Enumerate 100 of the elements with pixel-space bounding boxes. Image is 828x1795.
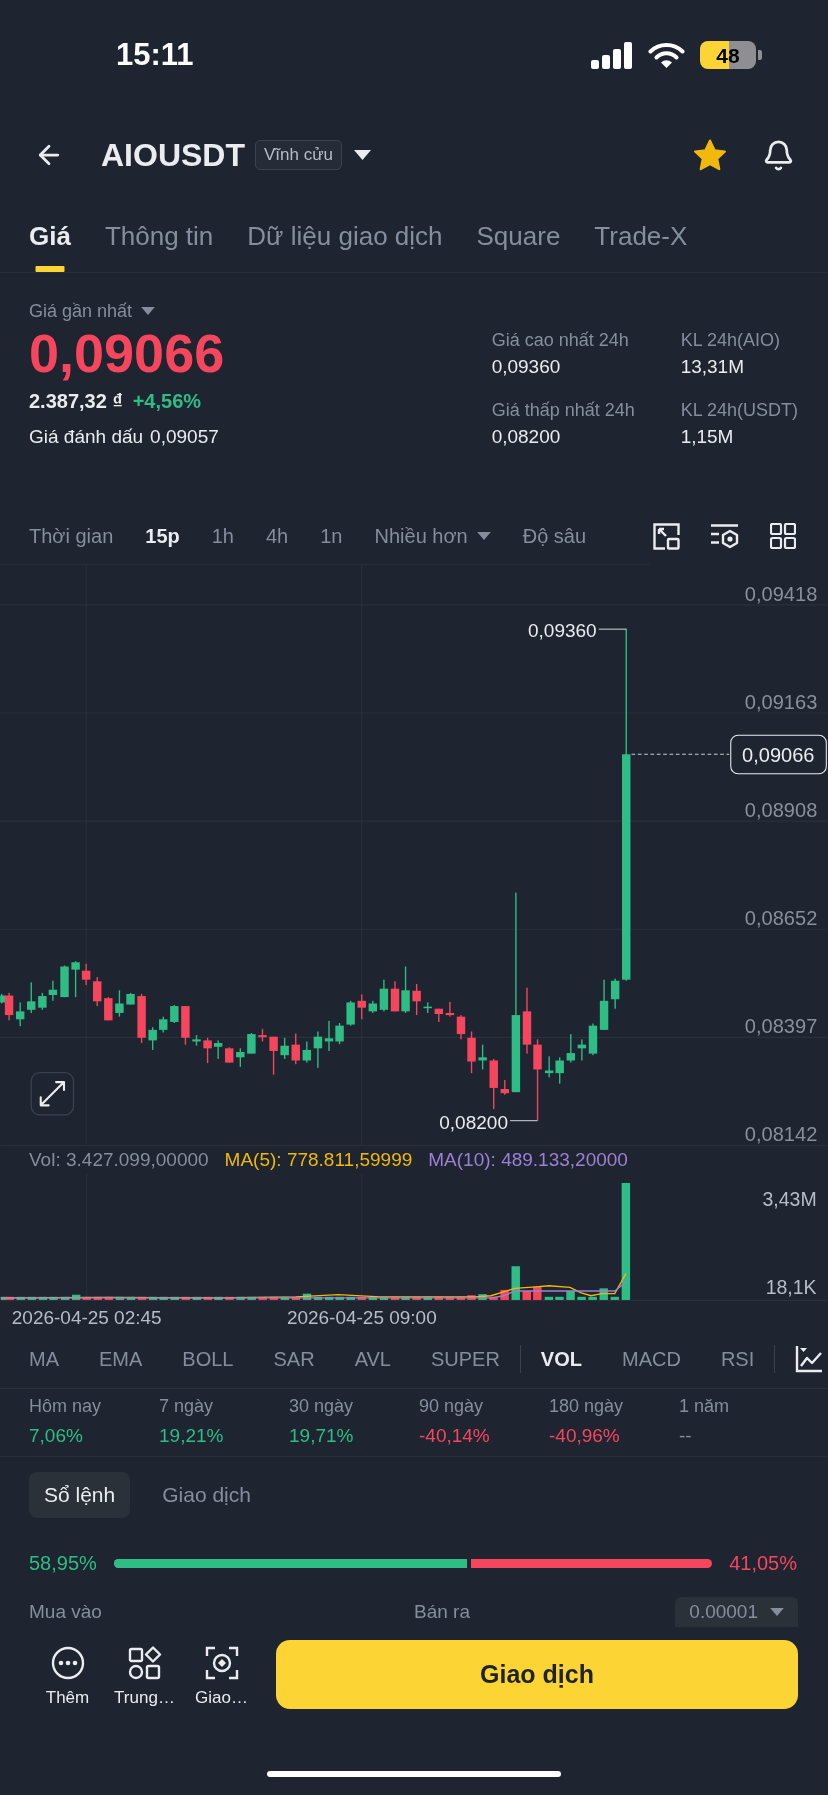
- rising-candle: [27, 982, 36, 1013]
- rising-candle: [213, 1040, 223, 1059]
- interval-dropdown[interactable]: Nhiều hơn: [374, 524, 491, 548]
- order-book-tab[interactable]: Giao dịch: [147, 1472, 266, 1518]
- rising-candle: [478, 1044, 487, 1070]
- page-tab[interactable]: Dữ liệu giao dịch: [247, 200, 443, 272]
- falling-candle: [390, 981, 400, 1012]
- caret-down-icon: [770, 1608, 784, 1616]
- page-tab[interactable]: Giá: [29, 200, 71, 272]
- indicator-tab[interactable]: MA: [29, 1347, 59, 1371]
- period-change: 7,06%: [29, 1424, 84, 1448]
- indicator-tab[interactable]: MACD: [622, 1347, 681, 1371]
- interval-tab[interactable]: 1n: [320, 524, 343, 548]
- chart-settings-icon[interactable]: [710, 522, 740, 550]
- interval-tab[interactable]: Độ sâu: [522, 524, 587, 548]
- indicator-tab[interactable]: BOLL: [182, 1347, 234, 1371]
- caret-down-icon[interactable]: [354, 150, 372, 160]
- volume-legend-text: MA(5): 778.811,59999: [224, 1149, 413, 1171]
- volume-bar: [599, 1288, 608, 1300]
- volume-legend-text: MA(10): 489.133,20000: [428, 1149, 628, 1171]
- order-book-tab[interactable]: Sổ lệnh: [29, 1472, 131, 1518]
- grid-layout-icon[interactable]: [770, 523, 796, 549]
- chart-resize-icon[interactable]: [653, 522, 680, 550]
- rising-candle: [401, 966, 410, 1013]
- price-axis-label: 0,09163: [744, 690, 818, 713]
- volume-bar: [588, 1296, 597, 1300]
- indicator-tab[interactable]: SUPER: [430, 1347, 500, 1371]
- precision-dropdown[interactable]: 0.00001: [675, 1597, 798, 1627]
- wifi-icon: [648, 41, 685, 69]
- rising-candle: [48, 980, 58, 1001]
- volume-bar: [511, 1266, 520, 1300]
- status-time: 15:11: [116, 37, 194, 73]
- price-change: +4,56%: [132, 389, 202, 414]
- page-tab[interactable]: Square: [476, 200, 561, 272]
- volume-bar: [346, 1296, 355, 1300]
- scan-action[interactable]: Giao…: [183, 1640, 260, 1709]
- signal-icon: [591, 41, 633, 69]
- stat-value: 13,31M: [680, 355, 745, 379]
- indicator-tab[interactable]: AVL: [354, 1347, 391, 1371]
- mark-price-label: Giá đánh dấu: [29, 425, 144, 449]
- expand-icon[interactable]: [30, 1071, 75, 1116]
- period-label: 90 ngày: [419, 1395, 485, 1418]
- rising-candle: [335, 1023, 344, 1045]
- scan-icon: [204, 1646, 239, 1680]
- volume-bar: [236, 1296, 245, 1300]
- page-tab[interactable]: Thông tin: [104, 200, 214, 272]
- volume-bar: [533, 1286, 542, 1300]
- period-change: -40,96%: [549, 1424, 621, 1448]
- bell-icon[interactable]: [762, 138, 795, 172]
- falling-candle: [81, 963, 91, 985]
- leader-line: [509, 1120, 539, 1122]
- rising-candle: [280, 1037, 289, 1059]
- period-change: 19,71%: [289, 1424, 355, 1448]
- volume-bar: [93, 1296, 102, 1300]
- falling-candle: [181, 1006, 190, 1045]
- star-icon[interactable]: [693, 138, 727, 172]
- page-tab[interactable]: Trade-X: [594, 200, 688, 272]
- volume-bar: [181, 1296, 190, 1300]
- indicator-tab[interactable]: RSI: [720, 1347, 755, 1371]
- low-price-label: 0,08200: [439, 1111, 508, 1133]
- last-price-tag: 0,09066: [730, 734, 827, 775]
- volume-axis-label: 18,1K: [765, 1276, 817, 1299]
- battery-level: 48: [716, 44, 740, 66]
- sell-share: 41,05%: [729, 1551, 797, 1575]
- rising-candle: [71, 961, 80, 998]
- indicator-tab[interactable]: VOL: [540, 1347, 582, 1371]
- caret-down-icon: [141, 307, 156, 315]
- interval-tab[interactable]: Thời gian: [29, 524, 114, 548]
- interval-tab[interactable]: 15p: [145, 524, 180, 548]
- price-axis-label: 0,08397: [744, 1015, 818, 1038]
- period-label: 30 ngày: [289, 1395, 355, 1418]
- falling-candle: [357, 994, 366, 1020]
- fiat-value: 2.387,32 ₫: [29, 389, 123, 414]
- buy-share: 58,95%: [29, 1551, 97, 1575]
- contract-badge: Vĩnh cửu: [255, 140, 343, 170]
- falling-candle: [269, 1036, 278, 1075]
- buy-column-label: Mua vào: [29, 1601, 103, 1623]
- stat-value: 1,15M: [680, 425, 735, 449]
- apps-icon: [127, 1646, 162, 1680]
- interval-tab[interactable]: 1h: [211, 524, 234, 548]
- indicator-tab[interactable]: SAR: [273, 1347, 315, 1371]
- more-action[interactable]: Thêm: [29, 1640, 106, 1709]
- stat-value: 0,09360: [491, 355, 562, 379]
- volume-bar: [434, 1296, 443, 1300]
- high-price-label: 0,09360: [528, 619, 597, 641]
- falling-candle: [500, 1080, 510, 1095]
- period-label: 180 ngày: [549, 1395, 625, 1418]
- stat-label: KL 24h(USDT): [680, 399, 798, 422]
- rising-candle: [555, 1057, 564, 1084]
- chart-line-icon[interactable]: [795, 1345, 824, 1373]
- trade-button[interactable]: Giao dịch: [276, 1640, 798, 1709]
- indicator-tab[interactable]: EMA: [99, 1347, 143, 1371]
- rising-candle: [170, 1005, 179, 1023]
- price-type-dropdown[interactable]: Giá gần nhất: [29, 299, 156, 323]
- stat-label: KL 24h(AIO): [680, 329, 781, 352]
- interval-tab[interactable]: 4h: [266, 524, 289, 548]
- time-axis-label: 2026-04-25 09:00: [286, 1307, 437, 1329]
- hub-action[interactable]: Trung…: [106, 1640, 183, 1709]
- stat-label: Giá cao nhất 24h: [491, 329, 630, 352]
- time-axis-label: 2026-04-25 02:45: [11, 1307, 162, 1329]
